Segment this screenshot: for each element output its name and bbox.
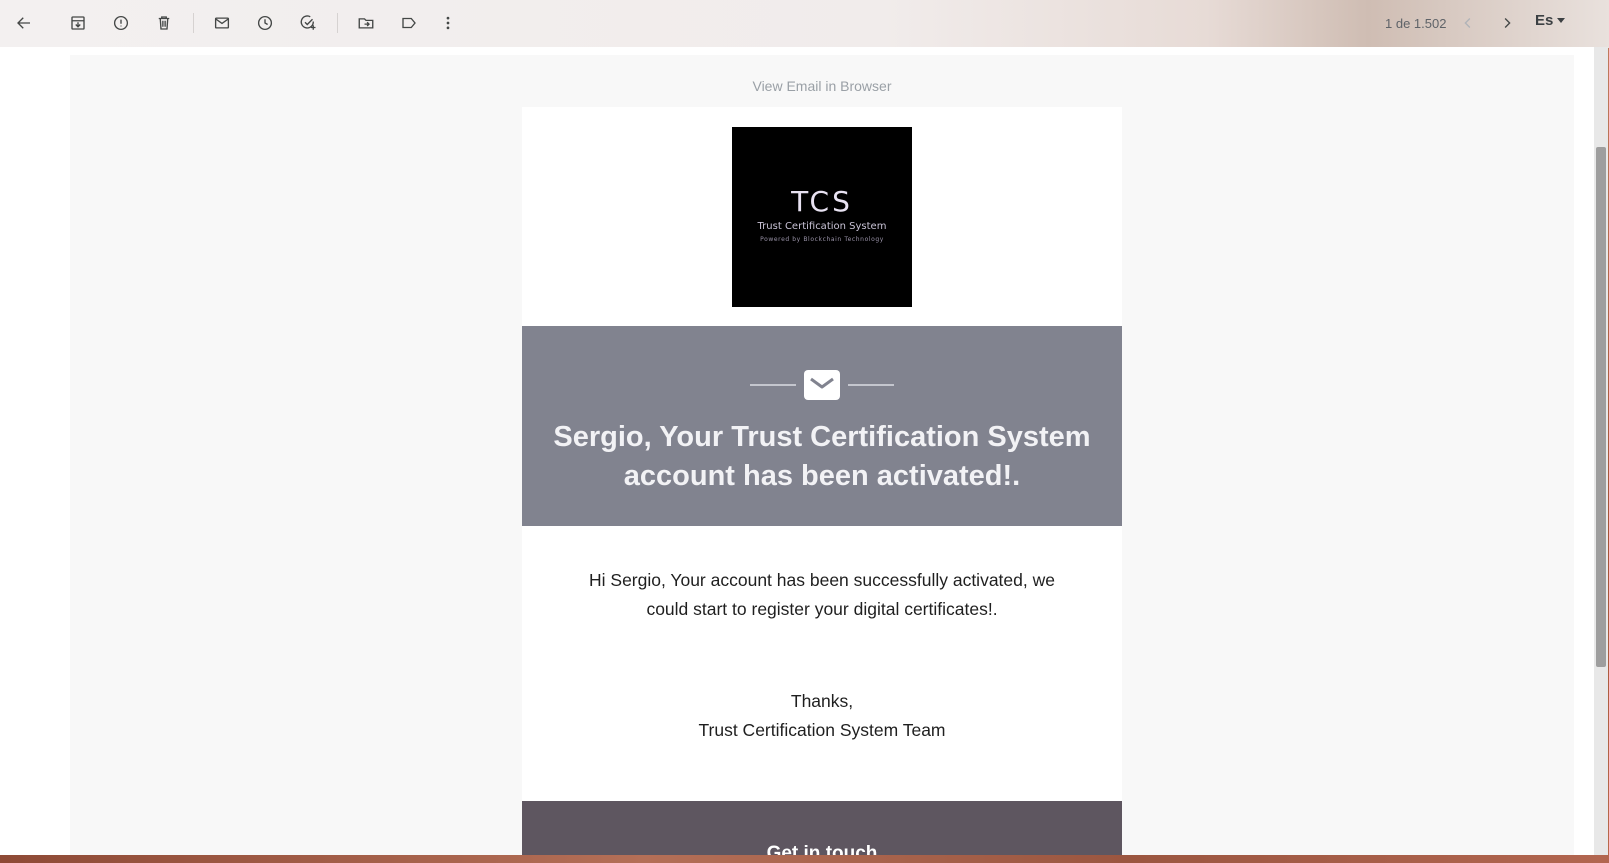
divider-line (848, 384, 894, 386)
envelope-icon (804, 370, 840, 400)
footer-heading: Get in touch (766, 843, 878, 855)
email-viewer: View Email in Browser TCS Trust Certific… (0, 47, 1594, 855)
divider-line (750, 384, 796, 386)
email-body-background: View Email in Browser TCS Trust Certific… (70, 55, 1574, 855)
toolbar-divider (337, 13, 338, 33)
delete-button[interactable] (152, 11, 176, 35)
banner-heading: Sergio, Your Trust Certification System … (553, 421, 1091, 492)
more-icon (446, 16, 450, 30)
wallpaper-bottom (0, 855, 1609, 863)
report-spam-button[interactable] (109, 11, 133, 35)
back-button[interactable] (12, 11, 36, 35)
report-spam-icon (113, 15, 129, 31)
email-card: TCS Trust Certification System Powered b… (522, 107, 1122, 855)
chevron-right-icon (1504, 18, 1511, 28)
tcs-logo: TCS Trust Certification System Powered b… (732, 127, 912, 307)
more-button[interactable] (436, 11, 460, 35)
caret-down-icon (1557, 18, 1566, 23)
thanks-line: Thanks, (790, 691, 854, 711)
delete-icon (158, 16, 170, 30)
logo-subtitle: Trust Certification System (757, 221, 887, 232)
move-to-button[interactable] (354, 11, 378, 35)
back-icon (17, 17, 30, 29)
logo-title: TCS (791, 185, 853, 218)
language-label: Es (1535, 12, 1554, 29)
move-to-icon (358, 18, 374, 29)
envelope-divider (522, 370, 1122, 400)
previous-email-button[interactable] (1456, 11, 1480, 35)
add-task-icon (300, 15, 316, 30)
mark-unread-icon (214, 17, 230, 29)
chevron-left-icon (1464, 18, 1471, 28)
snooze-icon (257, 15, 273, 31)
activation-message: Hi Sergio, Your account has been success… (589, 570, 1055, 619)
signature: Thanks, Trust Certification System Team (522, 687, 1122, 745)
activation-banner: Sergio, Your Trust Certification System … (522, 326, 1122, 526)
logo-tagline: Powered by Blockchain Technology (760, 236, 884, 243)
next-email-button[interactable] (1495, 11, 1519, 35)
email-footer: Get in touch (522, 801, 1122, 855)
scrollbar-thumb[interactable] (1596, 147, 1606, 667)
add-task-button[interactable] (296, 11, 320, 35)
pagination-text: 1 de 1.502 (1385, 16, 1447, 31)
archive-button[interactable] (66, 11, 90, 35)
label-icon (402, 17, 416, 29)
archive-icon (71, 16, 85, 30)
team-name: Trust Certification System Team (698, 720, 946, 740)
email-toolbar: 1 de 1.502 Es (0, 0, 1609, 47)
mark-unread-button[interactable] (210, 11, 234, 35)
label-button[interactable] (397, 11, 421, 35)
view-in-browser-link[interactable]: View Email in Browser (70, 78, 1574, 94)
input-language-selector[interactable]: Es (1535, 12, 1566, 29)
toolbar-divider (193, 13, 194, 33)
snooze-button[interactable] (253, 11, 277, 35)
